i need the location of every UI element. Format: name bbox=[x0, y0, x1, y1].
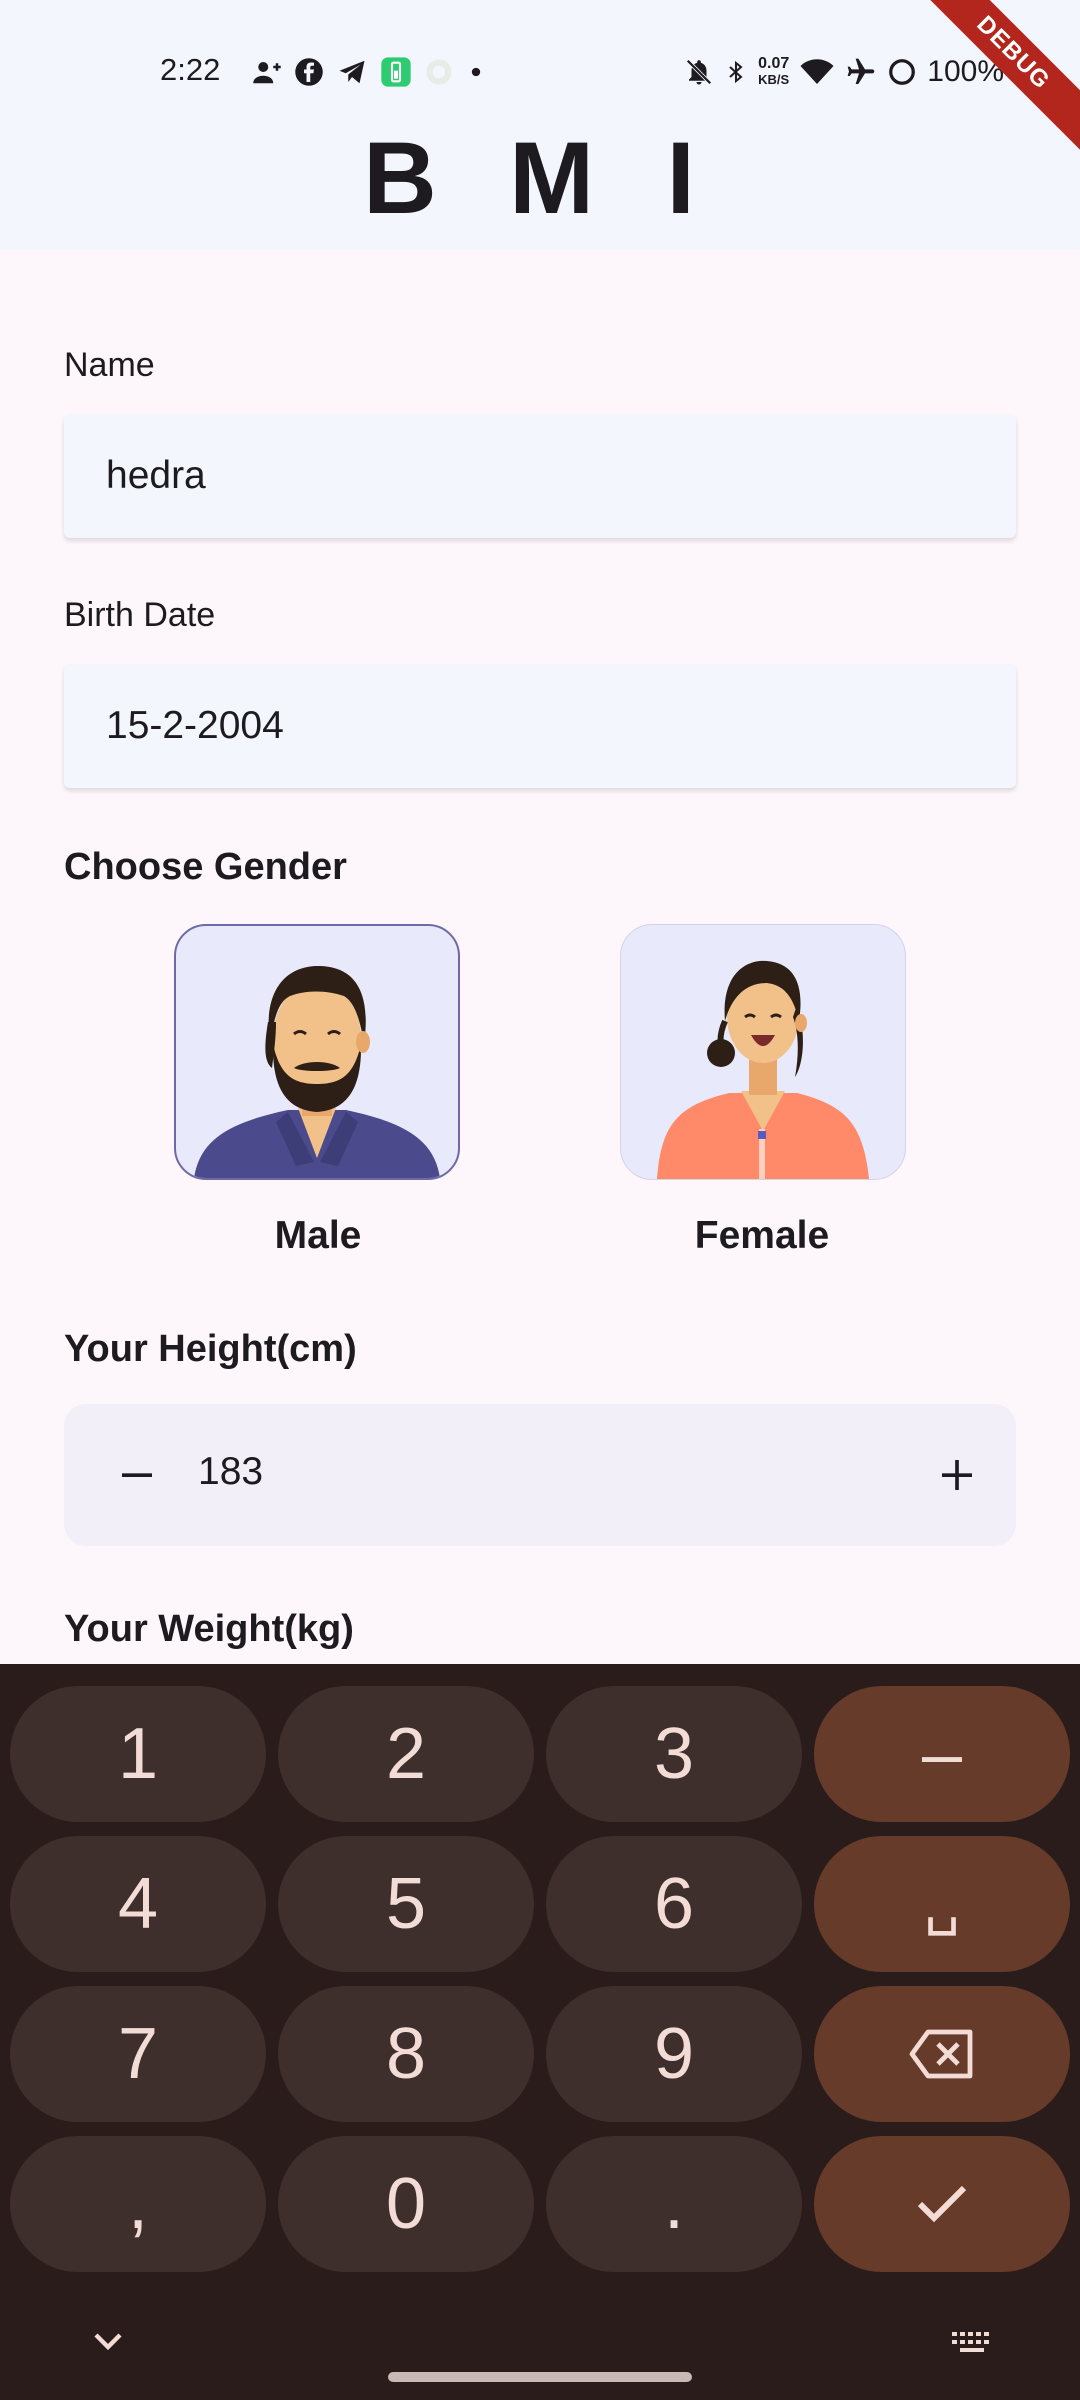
key-9[interactable]: 9 bbox=[546, 1986, 802, 2122]
height-value[interactable]: 183 bbox=[198, 1450, 263, 1494]
key-6[interactable]: 6 bbox=[546, 1836, 802, 1972]
key-1[interactable]: 1 bbox=[10, 1686, 266, 1822]
key-0[interactable]: 0 bbox=[278, 2136, 534, 2272]
keyboard-icon bbox=[952, 2332, 989, 2352]
notification-icons bbox=[252, 54, 486, 90]
weight-label: Your Weight(kg) bbox=[64, 1608, 354, 1650]
female-card[interactable] bbox=[620, 924, 906, 1180]
telegram-icon bbox=[336, 57, 368, 87]
net-speed-value: 0.07 bbox=[758, 55, 790, 72]
airplane-icon bbox=[845, 56, 877, 88]
height-label: Your Height(cm) bbox=[64, 1328, 357, 1370]
key-2[interactable]: 2 bbox=[278, 1686, 534, 1822]
backspace-icon bbox=[909, 2029, 973, 2079]
male-label: Male bbox=[274, 1214, 362, 1257]
male-card[interactable] bbox=[174, 924, 460, 1180]
key-minus[interactable]: – bbox=[814, 1686, 1070, 1822]
battery-ring-icon bbox=[887, 57, 917, 87]
gender-label: Choose Gender bbox=[64, 846, 347, 888]
numeric-keyboard: 1 2 3 – 4 5 6 ␣ 7 8 9 , 0 . bbox=[0, 1664, 1080, 2400]
mute-icon bbox=[684, 56, 714, 88]
decrement-button[interactable] bbox=[102, 1440, 172, 1510]
key-3[interactable]: 3 bbox=[546, 1686, 802, 1822]
height-stepper: 183 bbox=[64, 1404, 1016, 1546]
wifi-icon bbox=[799, 57, 835, 87]
male-avatar bbox=[194, 966, 440, 1178]
key-7[interactable]: 7 bbox=[10, 1986, 266, 2122]
dot-icon bbox=[466, 62, 486, 82]
check-icon bbox=[917, 2185, 967, 2223]
keyboard-switch-button[interactable] bbox=[950, 2330, 994, 2361]
plus-icon bbox=[942, 1460, 972, 1490]
app-icon bbox=[424, 57, 454, 87]
name-value: hedra bbox=[106, 454, 206, 497]
facebook-icon bbox=[294, 57, 324, 87]
key-period[interactable]: . bbox=[546, 2136, 802, 2272]
female-label: Female bbox=[694, 1214, 830, 1257]
page-title: B M I bbox=[363, 121, 717, 235]
name-label: Name bbox=[64, 346, 155, 384]
increment-button[interactable] bbox=[922, 1440, 992, 1510]
birth-date-label: Birth Date bbox=[64, 596, 216, 634]
key-8[interactable]: 8 bbox=[278, 1986, 534, 2122]
bluetooth-icon bbox=[724, 56, 748, 88]
network-speed: 0.07 KB/S bbox=[758, 56, 789, 88]
birth-date-field[interactable]: 15-2-2004 bbox=[64, 664, 1016, 788]
battery-app-icon bbox=[380, 56, 412, 88]
status-time: 2:22 bbox=[160, 52, 221, 87]
backspace-key[interactable] bbox=[814, 1986, 1070, 2122]
key-comma[interactable]: , bbox=[10, 2136, 266, 2272]
birth-date-value: 15-2-2004 bbox=[106, 704, 284, 747]
net-speed-unit: KB/S bbox=[758, 72, 790, 87]
key-space[interactable]: ␣ bbox=[814, 1836, 1070, 1972]
minus-icon bbox=[122, 1473, 152, 1477]
person-add-icon bbox=[252, 57, 282, 87]
app-bar: 2:22 0.07 KB/S 100% DEBUG B M I bbox=[0, 0, 1080, 250]
chevron-down-icon bbox=[94, 2333, 122, 2351]
key-4[interactable]: 4 bbox=[10, 1836, 266, 1972]
hide-keyboard-button[interactable] bbox=[88, 2326, 128, 2361]
done-key[interactable] bbox=[814, 2136, 1070, 2272]
female-avatar bbox=[657, 960, 869, 1179]
key-5[interactable]: 5 bbox=[278, 1836, 534, 1972]
home-indicator[interactable] bbox=[388, 2372, 692, 2382]
name-field[interactable]: hedra bbox=[64, 414, 1016, 538]
system-icons: 0.07 KB/S 100% bbox=[684, 52, 1004, 92]
